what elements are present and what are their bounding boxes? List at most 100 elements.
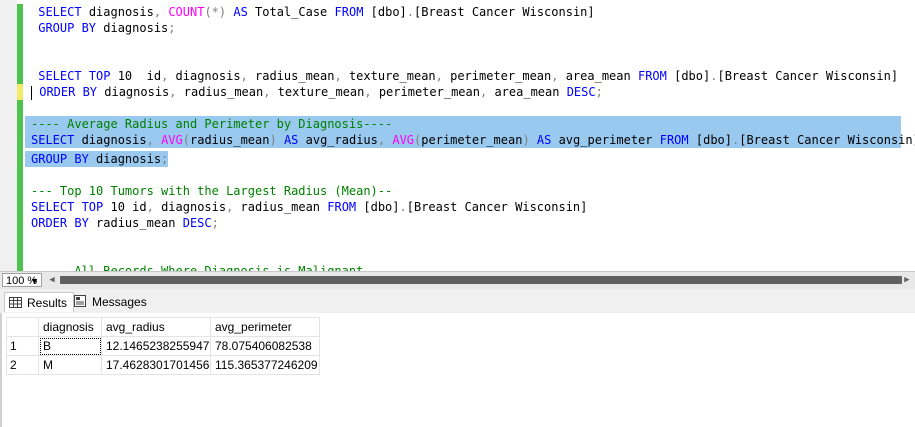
code-token: ---- All Records Where Diagnosis is Mali… (31, 264, 378, 271)
editor-status-row: 100 % ▼ ◀ ▶ (0, 271, 915, 289)
code-token: radius_mean (247, 69, 335, 83)
code-line[interactable] (31, 52, 901, 68)
code-token: . (406, 5, 415, 19)
code-token: [dbo] (666, 69, 711, 83)
tab-messages[interactable]: Messages (70, 292, 153, 312)
horizontal-scrollbar-thumb[interactable] (60, 276, 902, 284)
code-token: , (435, 69, 443, 83)
zoom-select[interactable]: 100 % ▼ (2, 273, 42, 287)
code-token: 10 id (103, 200, 147, 214)
column-header-avg-perimeter[interactable]: avg_perimeter (210, 317, 320, 337)
code-token: , (169, 85, 177, 99)
code-line[interactable]: GROUP BY diagnosis; (31, 20, 901, 36)
scroll-left-icon[interactable]: ◀ (46, 274, 58, 286)
change-bar (17, 20, 23, 36)
results-grid-panel: diagnosis avg_radius avg_perimeter 1 B 1… (0, 313, 915, 427)
code-token: AS (536, 133, 552, 147)
code-token: avg_radius (298, 133, 378, 147)
change-bar (17, 4, 23, 20)
code-token: radius_mean (176, 85, 264, 99)
code-token: perimeter_mean (421, 133, 523, 147)
column-header-avg-radius[interactable]: avg_radius (101, 317, 211, 337)
code-token: SELECT (38, 5, 82, 19)
code-token: [dbo] (356, 200, 400, 214)
code-token: Total_Case (247, 5, 335, 19)
code-token: ; (168, 21, 176, 35)
code-token: avg_perimeter (551, 133, 660, 147)
code-line[interactable]: ---- Average Radius and Perimeter by Dia… (25, 116, 901, 132)
code-line[interactable]: GROUP BY diagnosis; (25, 151, 169, 167)
code-token: , (334, 69, 342, 83)
cell-diagnosis[interactable]: B (38, 336, 102, 356)
cell-avg-radius[interactable]: 17.4628301701456 (101, 355, 211, 375)
code-token: FROM (637, 69, 667, 83)
code-line[interactable]: SELECT diagnosis, AVG(radius_mean) AS av… (25, 132, 915, 148)
cell-avg-radius[interactable]: 12.1465238255947 (101, 336, 211, 356)
code-token: perimeter_mean (371, 85, 480, 99)
scroll-right-icon[interactable]: ▶ (901, 274, 913, 286)
code-token: , (146, 133, 154, 147)
cell-avg-perimeter[interactable]: 115.365377246209 (210, 355, 320, 375)
code-token: DESC (182, 216, 212, 230)
code-token: DESC (566, 85, 596, 99)
code-line[interactable] (31, 36, 901, 52)
cell-avg-perimeter[interactable]: 78.075406082538 (210, 336, 320, 356)
code-line[interactable] (31, 100, 901, 116)
code-token: ; (211, 216, 219, 230)
code-line[interactable]: ORDER BY diagnosis, radius_mean, texture… (31, 84, 901, 100)
sql-code[interactable]: SELECT diagnosis, COUNT(*) AS Total_Case… (25, 4, 915, 271)
code-token: [Breast Cancer Wisconsin] (717, 69, 899, 83)
code-token: ) (269, 133, 277, 147)
code-token: area_mean (487, 85, 567, 99)
code-line[interactable]: SELECT diagnosis, COUNT(*) AS Total_Case… (31, 4, 901, 20)
editor-gutter (0, 0, 17, 271)
results-tabs: Results Messages (0, 289, 915, 314)
column-header-diagnosis[interactable]: diagnosis (38, 317, 102, 337)
code-token: ---- Average Radius and Perimeter by Dia… (31, 117, 393, 131)
code-token: , (240, 69, 248, 83)
code-line[interactable]: ---- All Records Where Diagnosis is Mali… (31, 263, 901, 271)
code-token: texture_mean (270, 85, 365, 99)
chevron-down-icon[interactable]: ▼ (30, 274, 39, 288)
row-number[interactable]: 2 (6, 355, 39, 375)
code-line[interactable]: ORDER BY radius_mean DESC; (31, 215, 901, 231)
code-line[interactable]: SELECT TOP 10 id, diagnosis, radius_mean… (31, 199, 901, 215)
row-number-header[interactable] (6, 317, 39, 337)
change-bar (17, 148, 23, 164)
grid-icon (9, 294, 22, 314)
code-token: [Breast Cancer Wisconsin] (414, 5, 595, 19)
code-line[interactable] (31, 167, 901, 183)
code-token: [Breast Cancer Wisconsin] (739, 133, 915, 147)
code-token: ( (182, 133, 190, 147)
code-token: radius_mean (190, 133, 270, 147)
code-token: radius_mean (88, 216, 183, 230)
code-line[interactable] (31, 247, 901, 263)
change-bar (17, 84, 23, 100)
cell-diagnosis[interactable]: M (38, 355, 102, 375)
tab-results[interactable]: Results (4, 292, 75, 314)
change-bar (17, 36, 23, 52)
row-number[interactable]: 1 (6, 336, 39, 356)
change-bar (17, 116, 23, 132)
code-token: 10 id (110, 69, 162, 83)
change-bar (17, 52, 23, 68)
code-line[interactable]: --- Top 10 Tumors with the Largest Radiu… (31, 183, 901, 199)
code-token: AVG (161, 133, 183, 147)
code-token: FROM (327, 200, 357, 214)
table-row[interactable]: 2 M 17.4628301701456 115.365377246209 (6, 355, 320, 375)
table-row[interactable]: 1 B 12.1465238255947 78.075406082538 (6, 336, 320, 356)
code-token: ORDER BY (31, 216, 89, 230)
code-token: area_mean (558, 69, 638, 83)
messages-icon (74, 293, 87, 313)
query-editor[interactable]: SELECT diagnosis, COUNT(*) AS Total_Case… (0, 0, 915, 271)
change-bar (17, 100, 23, 116)
code-token: ; (595, 85, 603, 99)
code-token: diagnosis (97, 85, 170, 99)
code-token: [Breast Cancer Wisconsin] (406, 200, 588, 214)
code-token: , (364, 85, 372, 99)
change-bar (17, 164, 23, 180)
code-line[interactable] (31, 231, 901, 247)
code-line[interactable]: SELECT TOP 10 id, diagnosis, radius_mean… (31, 68, 901, 84)
